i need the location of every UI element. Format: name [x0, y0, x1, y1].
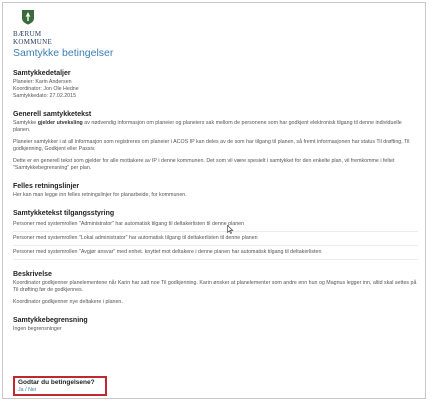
general-paragraph-3: Dette er en generell tekst som gjelder f… — [13, 158, 395, 171]
accept-terms-question: Godtar du betingelsene? Ja / Nei — [13, 376, 107, 396]
consent-date-text: Samtykkedato: 27.02.2015 — [13, 93, 77, 99]
general-paragraph-2: Planeier samtykker i at all informasjon … — [13, 139, 410, 152]
consent-content: BÆRUM KOMMUNE Samtykke betingelser Samty… — [13, 9, 418, 333]
accept-options: Ja / Nei — [18, 387, 102, 394]
limitation-title: Samtykkebegrensning — [13, 317, 88, 324]
common-guidelines-title: Felles retningslinjer — [13, 183, 80, 190]
access-title: Samtykketekst tilgangsstyring — [13, 210, 115, 217]
option-separator: / — [25, 387, 27, 393]
description-paragraph-2: Koordinator godkjenner nye deltakere i p… — [13, 299, 123, 305]
description-title: Beskrivelse — [13, 271, 52, 278]
access-row: Personer med systemrollen "Lokal adminis… — [13, 232, 418, 246]
consent-panel: BÆRUM KOMMUNE Samtykke betingelser Samty… — [2, 2, 426, 399]
common-guidelines-text: Her kan man legge inn felles retningslin… — [13, 192, 187, 198]
general-paragraph-1: Samtykke gjelder utveksling av nødvendig… — [13, 120, 418, 134]
coordinator-text: Koordinator: Jon Ole Hedne — [13, 86, 79, 92]
page-title: Samtykke betingelser — [13, 47, 114, 59]
general-title: Generell samtykketekst — [13, 111, 92, 118]
access-row: Personer med systemrollen "Administrator… — [13, 218, 418, 232]
description-paragraph-1: Koordinator godkjenner planelementene nå… — [13, 280, 417, 293]
mouse-pointer-icon — [227, 225, 234, 234]
planner-text: Planeier: Karin Andersen — [13, 79, 72, 85]
details-title: Samtykkedetaljer — [13, 70, 71, 77]
general-p1-prefix: Samtykke — [13, 120, 37, 126]
access-row: Personer med systemrollen "Avgjør ansvar… — [13, 246, 418, 260]
accept-terms-title: Godtar du betingelsene? — [18, 379, 95, 386]
crest-icon — [22, 10, 34, 25]
brand-line-2: KOMMUNE — [13, 37, 53, 46]
accept-no-link[interactable]: Nei — [28, 387, 36, 393]
municipality-logo: BÆRUM KOMMUNE — [13, 9, 418, 46]
limitation-text: Ingen begrensninger — [13, 326, 62, 332]
general-p1-bold: gjelder utveksling — [37, 120, 83, 126]
accept-yes-link[interactable]: Ja — [18, 387, 24, 393]
